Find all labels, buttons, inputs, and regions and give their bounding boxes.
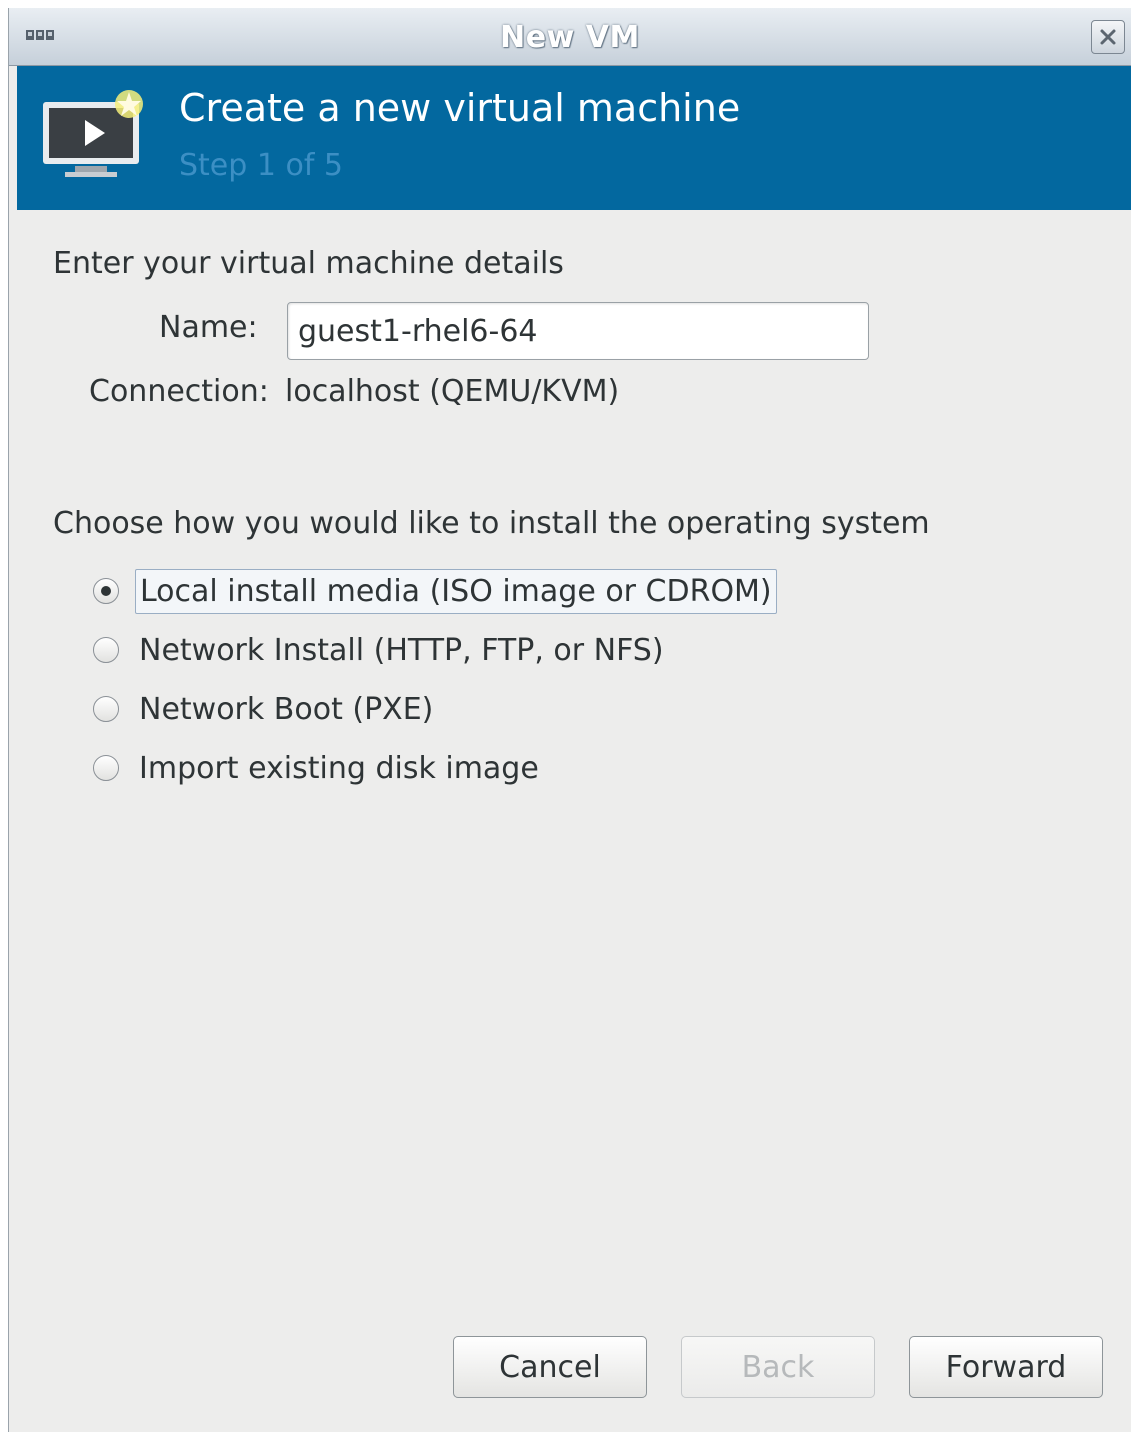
forward-button[interactable]: Forward — [909, 1336, 1103, 1398]
connection-value: localhost (QEMU/KVM) — [285, 374, 620, 409]
radio-label[interactable]: Network Install (HTTP, FTP, or NFS) — [135, 629, 668, 672]
radio-network-boot[interactable]: Network Boot (PXE) — [93, 684, 437, 734]
banner-title: Create a new virtual machine — [179, 86, 741, 130]
radio-button[interactable] — [93, 696, 119, 722]
details-heading: Enter your virtual machine details — [53, 246, 564, 281]
radio-label[interactable]: Local install media (ISO image or CDROM) — [135, 568, 777, 614]
close-button[interactable] — [1091, 20, 1125, 54]
close-icon — [1100, 29, 1116, 45]
back-button[interactable]: Back — [681, 1336, 875, 1398]
step-indicator: Step 1 of 5 — [179, 148, 344, 183]
radio-label[interactable]: Network Boot (PXE) — [135, 688, 437, 731]
install-method-heading: Choose how you would like to install the… — [53, 506, 930, 541]
connection-label: Connection: — [89, 374, 269, 409]
radio-label[interactable]: Import existing disk image — [135, 747, 543, 790]
new-vm-window: New VM Create a new virtual machine Step… — [8, 8, 1131, 1432]
window-title: New VM — [500, 20, 640, 55]
radio-network-install[interactable]: Network Install (HTTP, FTP, or NFS) — [93, 625, 668, 675]
cancel-button[interactable]: Cancel — [453, 1336, 647, 1398]
wizard-banner: Create a new virtual machine Step 1 of 5 — [17, 66, 1131, 210]
name-input[interactable] — [287, 302, 869, 360]
new-vm-monitor-icon — [43, 90, 143, 177]
radio-button[interactable] — [93, 755, 119, 781]
radio-button-checked[interactable] — [93, 578, 119, 604]
radio-import-disk[interactable]: Import existing disk image — [93, 743, 543, 793]
radio-local-install[interactable]: Local install media (ISO image or CDROM) — [93, 566, 777, 616]
radio-button[interactable] — [93, 637, 119, 663]
name-label: Name: — [159, 310, 258, 345]
title-bar[interactable]: New VM — [9, 8, 1131, 66]
